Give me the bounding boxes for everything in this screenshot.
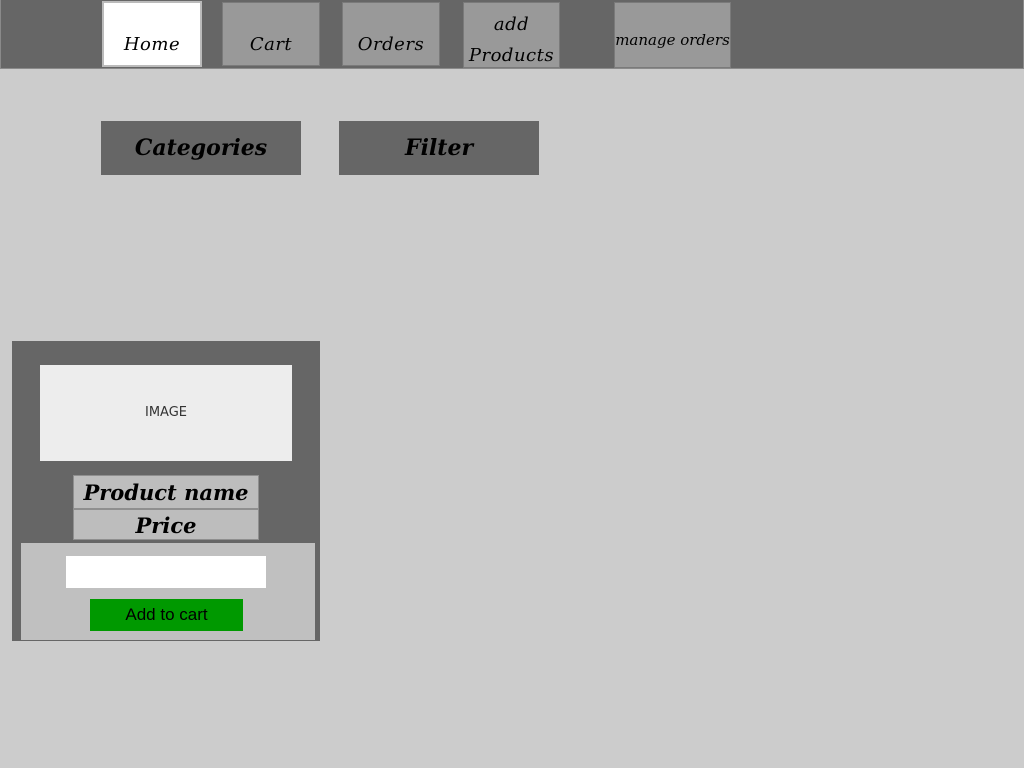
filter-button[interactable]: Filter — [339, 121, 539, 175]
product-price: Price — [73, 509, 259, 540]
nav-manage-orders-button[interactable]: manage orders — [614, 2, 731, 68]
categories-button[interactable]: Categories — [101, 121, 301, 175]
quantity-input[interactable] — [66, 556, 266, 588]
nav-cart-button[interactable]: Cart — [222, 2, 320, 66]
add-to-cart-button[interactable]: Add to cart — [90, 599, 243, 631]
nav-cart-label: Cart — [249, 34, 293, 55]
nav-add-products-line2: Products — [468, 45, 555, 66]
nav-home-label: Home — [123, 34, 181, 55]
product-card: IMAGE Product name Price Add to cart — [12, 341, 320, 641]
nav-manage-orders-label: manage orders — [615, 31, 730, 49]
nav-add-products-label: add Products — [464, 9, 559, 71]
nav-orders-button[interactable]: Orders — [342, 2, 440, 66]
product-actions-panel: Add to cart — [21, 543, 315, 640]
product-image-placeholder: IMAGE — [40, 365, 292, 461]
nav-add-products-button[interactable]: add Products — [463, 2, 560, 68]
nav-orders-label: Orders — [357, 34, 425, 55]
nav-home-button[interactable]: Home — [102, 1, 202, 67]
top-navigation-bar: Home Cart Orders add Products manage ord… — [0, 0, 1024, 69]
product-name: Product name — [73, 475, 259, 509]
nav-add-products-line1: add — [493, 14, 530, 35]
